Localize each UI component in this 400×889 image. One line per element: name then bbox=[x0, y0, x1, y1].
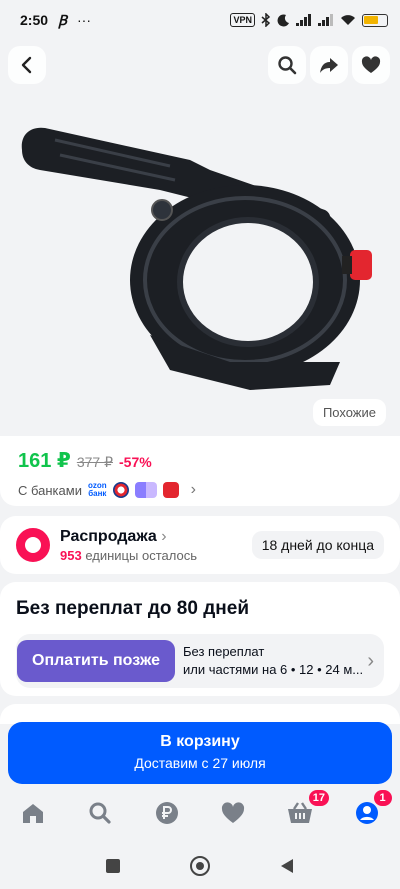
bank-logo-1 bbox=[112, 482, 129, 498]
old-price: 377 ₽ bbox=[76, 454, 113, 470]
catalog-search-icon bbox=[89, 802, 111, 824]
bnpl-info: Без переплат или частями на 6 • 12 • 24 … bbox=[183, 644, 364, 677]
bnpl-card: Без переплат до 80 дней Оплатить позже Б… bbox=[0, 582, 400, 696]
bluetooth-icon bbox=[261, 13, 271, 27]
ozon-bank-logo: ozon банк bbox=[87, 481, 107, 498]
bnpl-title: Без переплат до 80 дней bbox=[16, 598, 250, 619]
bank-logo-2 bbox=[134, 482, 157, 498]
signal-icon-2 bbox=[318, 14, 333, 26]
tab-favorites[interactable] bbox=[218, 798, 248, 828]
system-nav-bar bbox=[0, 842, 400, 889]
add-to-cart-button[interactable]: В корзину Доставим с 27 июля bbox=[8, 722, 392, 784]
similar-products-button[interactable]: Похожие bbox=[312, 399, 386, 426]
tab-profile[interactable]: 1 bbox=[352, 790, 392, 828]
more-notifications-icon: ··· bbox=[77, 12, 91, 28]
sale-card[interactable]: Распродажа › 953 единицы осталось 18 дне… bbox=[0, 516, 400, 574]
vpn-icon: VPN bbox=[230, 13, 255, 27]
sale-title: Распродажа › bbox=[60, 527, 167, 545]
search-button[interactable] bbox=[268, 46, 306, 84]
tab-home[interactable] bbox=[18, 798, 48, 828]
chevron-right-icon: › bbox=[190, 481, 196, 498]
wifi-icon bbox=[341, 15, 355, 25]
home-icon bbox=[23, 804, 44, 823]
do-not-disturb-icon bbox=[277, 13, 289, 26]
tab-catalog[interactable] bbox=[85, 798, 115, 828]
profile-icon bbox=[355, 802, 378, 824]
current-price: 161 ₽ bbox=[18, 450, 71, 472]
banks-label: С банками bbox=[18, 482, 82, 498]
delivery-date: Доставим с 27 июля bbox=[134, 755, 266, 771]
price-card: 161 ₽ 377 ₽ -57% С банками ozon банк › bbox=[0, 436, 400, 506]
favorite-button[interactable] bbox=[352, 46, 390, 84]
bottom-tab-bar: 17 1 bbox=[0, 790, 400, 836]
back-nav-icon[interactable] bbox=[280, 858, 294, 874]
pay-later-button[interactable]: Оплатить позже bbox=[17, 640, 175, 682]
product-gallery[interactable]: Похожие bbox=[0, 40, 400, 436]
share-icon bbox=[320, 58, 338, 73]
back-button[interactable] bbox=[8, 46, 46, 84]
tab-cart[interactable]: 17 bbox=[285, 790, 329, 828]
heart-icon bbox=[361, 56, 381, 73]
sale-remaining-suffix: единицы осталось bbox=[85, 547, 197, 563]
home-button[interactable] bbox=[190, 855, 210, 876]
cart-icon bbox=[287, 802, 312, 823]
sale-remaining-count: 953 bbox=[60, 547, 82, 563]
product-image bbox=[21, 127, 372, 390]
chevron-right-icon: › bbox=[367, 649, 374, 672]
status-time: 2:50 bbox=[20, 12, 49, 28]
add-to-cart-label: В корзину bbox=[160, 733, 240, 750]
profile-notification-badge: 1 bbox=[373, 790, 392, 806]
ruble-icon bbox=[155, 802, 178, 824]
battery-icon bbox=[362, 13, 388, 27]
tab-finance[interactable] bbox=[152, 798, 182, 828]
cart-count-badge: 17 bbox=[308, 790, 329, 806]
bnpl-offer[interactable]: Оплатить позже Без переплат или частями … bbox=[16, 634, 384, 688]
sale-ring-icon bbox=[16, 528, 50, 562]
sale-remaining: 953 единицы осталось bbox=[60, 548, 197, 563]
bank-offers-row[interactable]: С банками ozon банк › bbox=[18, 481, 382, 499]
chevron-right-icon: › bbox=[161, 527, 167, 545]
back-icon bbox=[21, 56, 32, 74]
favorites-icon bbox=[222, 802, 245, 823]
signal-icon-1 bbox=[296, 14, 311, 26]
sale-deadline-badge: 18 дней до конца bbox=[251, 531, 384, 559]
recent-apps-button[interactable] bbox=[106, 858, 120, 873]
bank-logo-3 bbox=[162, 482, 179, 498]
next-card bbox=[0, 704, 400, 724]
discount-badge: -57% bbox=[119, 454, 152, 470]
share-button[interactable] bbox=[310, 46, 348, 84]
app-notification-icon: Ꞵ bbox=[58, 11, 67, 28]
status-bar: 2:50 Ꞵ ··· VPN bbox=[0, 0, 400, 40]
search-icon bbox=[278, 56, 297, 75]
